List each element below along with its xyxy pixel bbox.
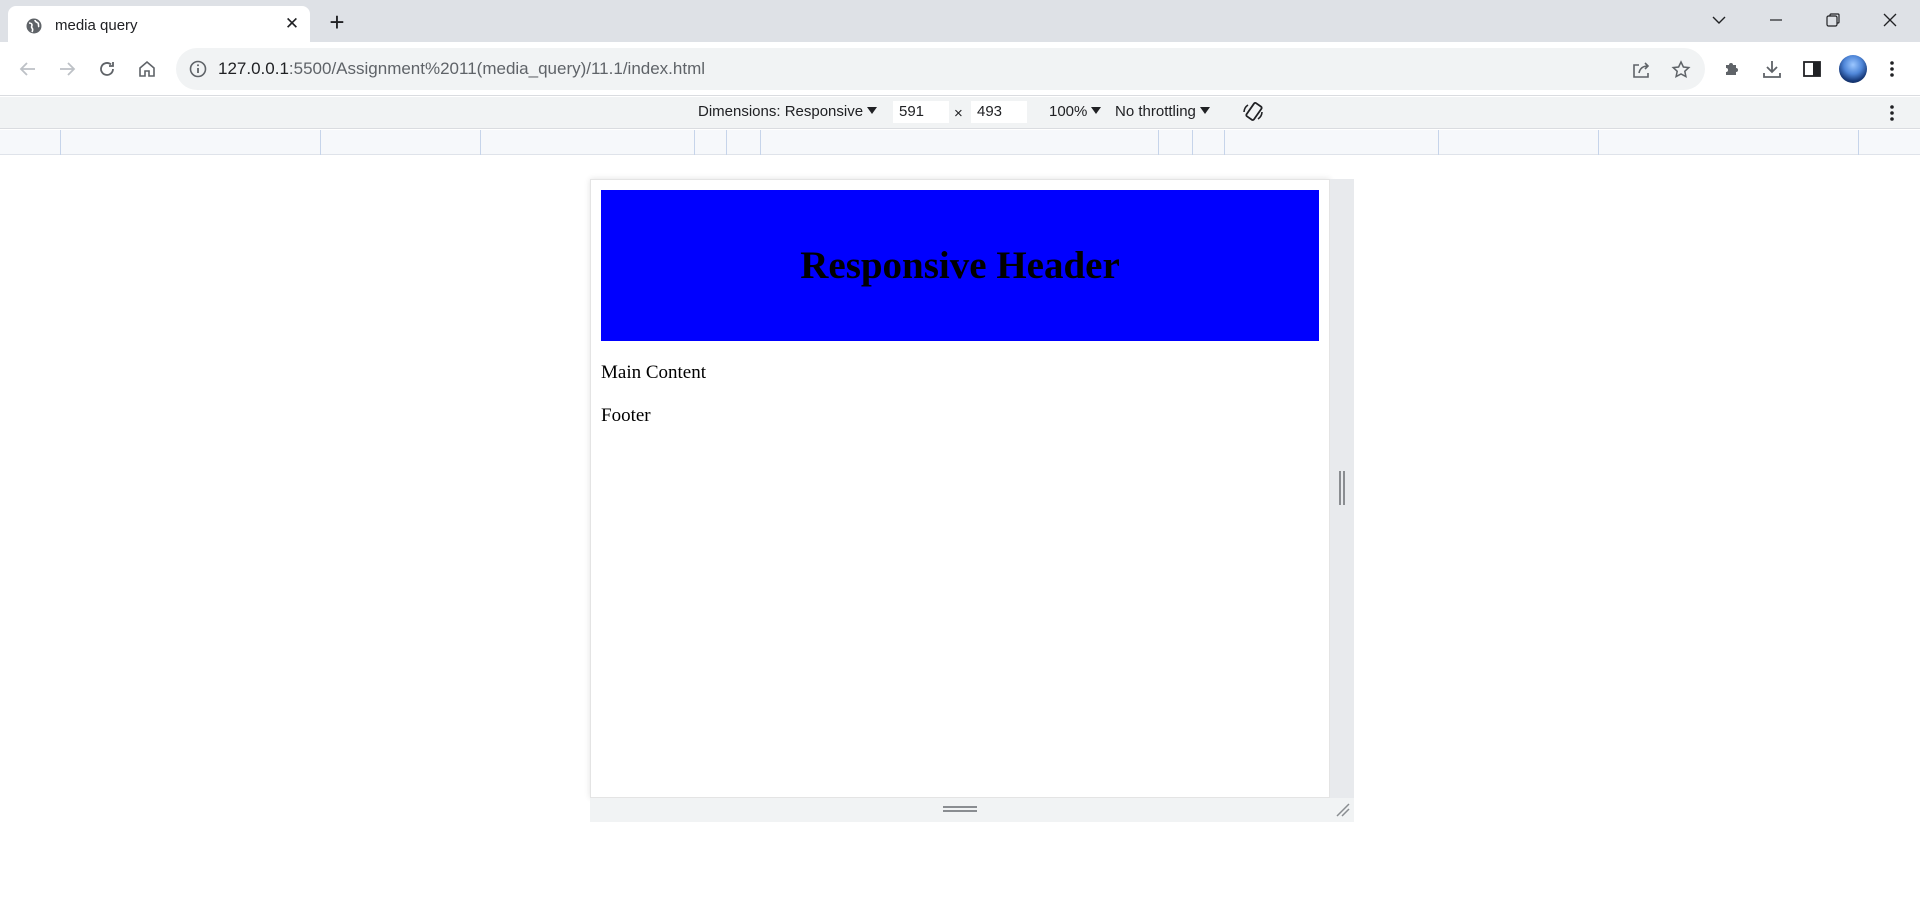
menu-icon[interactable] [1880,57,1904,81]
device-toolbar: Dimensions: Responsive 591 × 493 100% No… [0,97,1920,129]
ruler-divider[interactable] [320,130,321,155]
ruler-divider[interactable] [1598,130,1599,155]
caret-down-icon [867,107,878,114]
more-options-icon[interactable] [1880,101,1904,129]
ruler-divider[interactable] [480,130,481,155]
reload-icon[interactable] [92,54,122,84]
close-icon[interactable]: ✕ [284,15,300,32]
minimize-icon[interactable] [1756,6,1796,34]
chevron-down-icon[interactable] [1699,6,1739,34]
footer: Footer [601,405,651,426]
height-input[interactable]: 493 [971,101,1027,123]
tab-strip: media query ✕ + [0,0,1920,42]
browser-tab[interactable]: media query ✕ [8,6,310,42]
restore-icon[interactable] [1813,6,1853,34]
zoom-label: 100% [1049,103,1088,120]
info-icon[interactable] [188,59,208,79]
ruler-divider[interactable] [1438,130,1439,155]
plus-icon[interactable]: + [323,9,351,37]
caret-down-icon [1091,107,1102,114]
ruler-divider[interactable] [1224,130,1225,155]
avatar[interactable] [1839,55,1867,83]
dimensions-dropdown[interactable]: Dimensions: Responsive [698,103,878,120]
resize-handle-vertical[interactable] [1339,471,1345,505]
ruler-divider[interactable] [760,130,761,155]
home-icon[interactable] [132,54,162,84]
share-icon[interactable] [1630,59,1652,81]
back-icon[interactable] [13,54,43,84]
url-path: :5500/Assignment%2011(media_query)/11.1/… [288,59,706,78]
zoom-dropdown[interactable]: 100% [1049,103,1102,120]
url-text[interactable]: 127.0.0.1:5500/Assignment%2011(media_que… [218,59,705,79]
close-window-icon[interactable] [1870,6,1910,34]
main-content: Main Content [601,362,707,383]
page-header: Responsive Header [601,190,1319,341]
ruler-divider[interactable] [726,130,727,155]
download-icon[interactable] [1760,57,1784,81]
resize-handle-horizontal[interactable] [943,806,977,812]
times-sign: × [954,105,963,122]
browser-toolbar: 127.0.0.1:5500/Assignment%2011(media_que… [0,42,1920,96]
forward-icon[interactable] [52,54,82,84]
ruler-divider[interactable] [60,130,61,155]
ruler-divider[interactable] [1858,130,1859,155]
ruler-divider[interactable] [1192,130,1193,155]
url-host: 127.0.0.1 [218,59,289,78]
star-icon[interactable] [1670,59,1692,81]
extensions-icon[interactable] [1720,57,1744,81]
media-query-ruler [0,130,1920,155]
throttling-dropdown[interactable]: No throttling [1115,103,1210,120]
caret-down-icon [1199,107,1210,114]
corner-resize-icon[interactable] [1333,800,1351,818]
page-header-title: Responsive Header [800,244,1120,287]
side-panel-icon[interactable] [1800,57,1824,81]
ruler-divider[interactable] [694,130,695,155]
throttling-label: No throttling [1115,103,1196,120]
globe-icon [26,18,42,34]
rotate-icon[interactable] [1241,100,1265,128]
dimensions-label: Dimensions: Responsive [698,103,864,120]
address-bar[interactable]: 127.0.0.1:5500/Assignment%2011(media_que… [176,48,1705,90]
ruler-divider[interactable] [1158,130,1159,155]
tab-title: media query [55,17,138,34]
width-input[interactable]: 591 [893,101,949,123]
